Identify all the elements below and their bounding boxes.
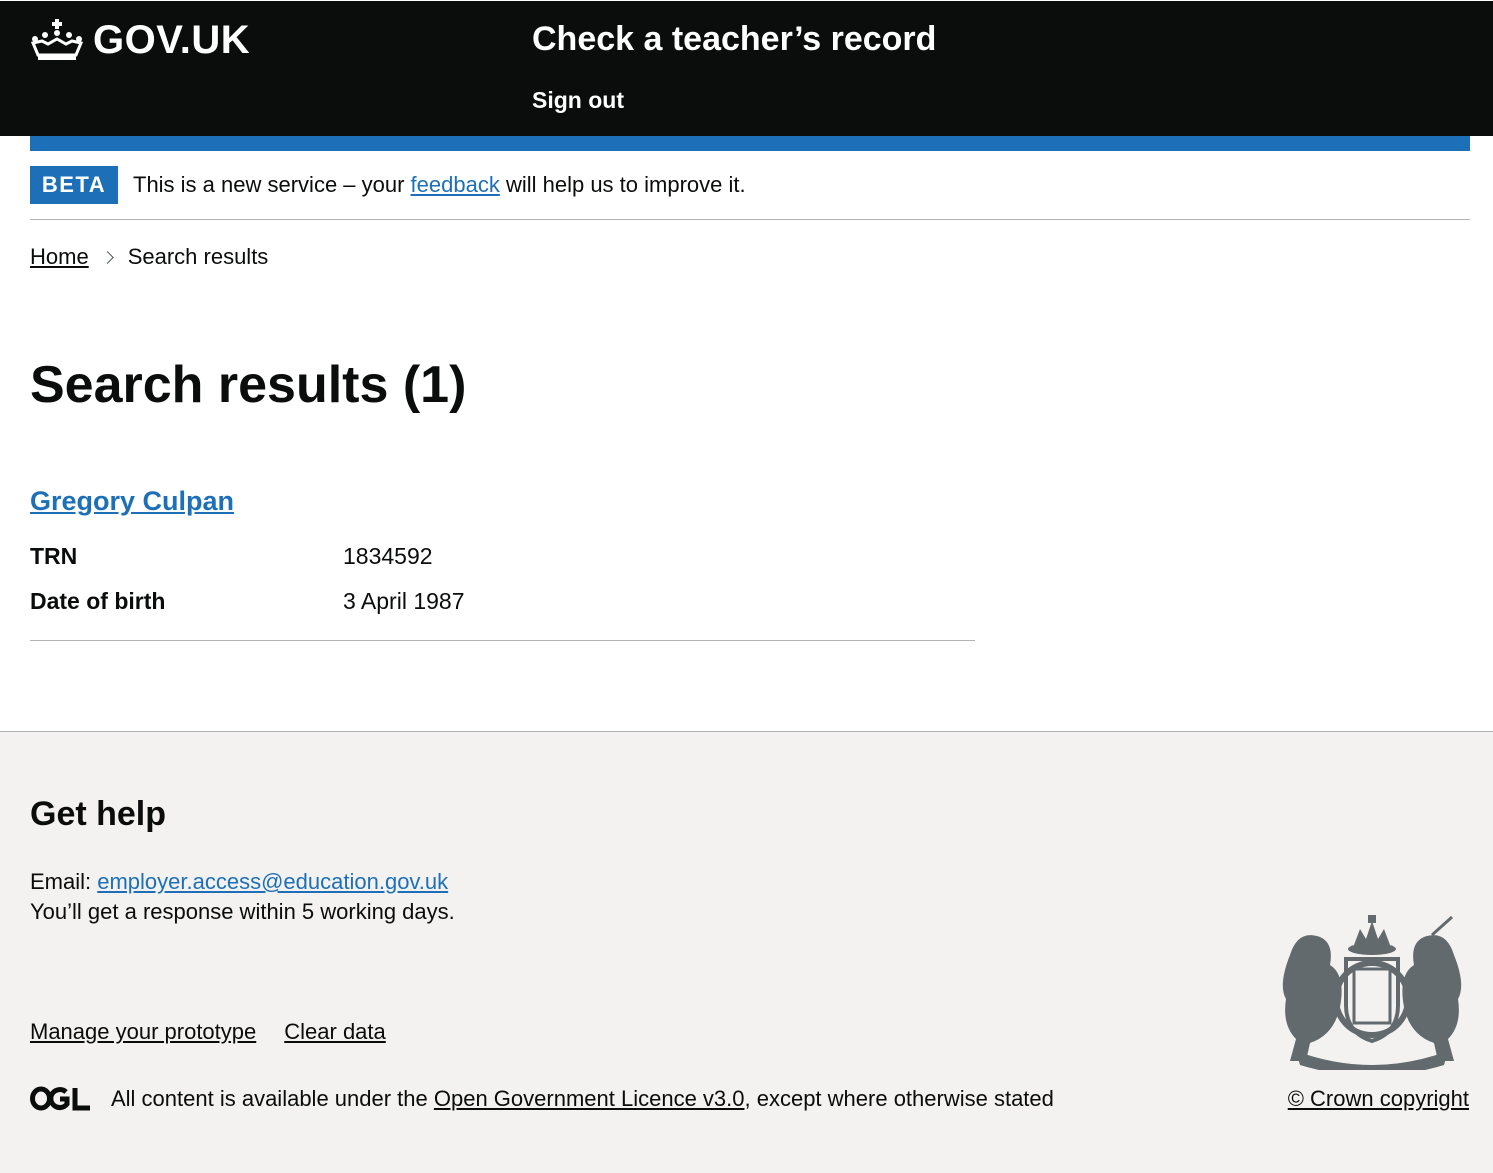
licence-after: , except where otherwise stated — [744, 1086, 1054, 1111]
beta-tag: BETA — [30, 166, 118, 204]
ogl-logo-icon — [30, 1086, 90, 1111]
trn-value: 1834592 — [343, 543, 433, 569]
govuk-logo-link[interactable]: GOV.UK — [30, 15, 250, 65]
breadcrumb-current: Search results — [127, 244, 269, 269]
phase-text-before: This is a new service – your — [133, 172, 411, 197]
dob-label: Date of birth — [30, 588, 166, 614]
footer-links: Manage your prototype Clear data — [30, 1017, 414, 1047]
feedback-link[interactable]: feedback — [411, 172, 500, 197]
royal-coat-of-arms-icon — [1282, 915, 1462, 1070]
email-label: Email: — [30, 869, 98, 894]
sign-out-link[interactable]: Sign out — [532, 85, 624, 115]
phase-banner: BETA This is a new service – your feedba… — [30, 151, 1470, 220]
manage-prototype-link[interactable]: Manage your prototype — [30, 1017, 256, 1047]
chevron-right-icon — [100, 250, 114, 264]
site-footer: Get help Email: employer.access@educatio… — [0, 731, 1493, 1173]
trn-label: TRN — [30, 543, 78, 569]
crown-icon — [30, 19, 84, 61]
page-title: Search results (1) — [30, 356, 467, 414]
search-result: Gregory Culpan TRN 1834592 Date of birth… — [30, 480, 975, 641]
service-name-link[interactable]: Check a teacher’s record — [532, 19, 936, 59]
breadcrumb: Home Search results — [30, 242, 268, 272]
crown-copyright-link[interactable]: © Crown copyright — [1288, 1084, 1469, 1114]
teacher-name-link[interactable]: Gregory Culpan — [30, 484, 234, 518]
licence-before: All content is available under the — [111, 1086, 434, 1111]
help-email-link[interactable]: employer.access@education.gov.uk — [97, 869, 448, 894]
ogl-licence-link[interactable]: Open Government Licence v3.0 — [434, 1086, 745, 1111]
dob-value: 3 April 1987 — [343, 588, 465, 614]
govuk-logo-text: GOV.UK — [93, 18, 251, 62]
phase-text-after: will help us to improve it. — [499, 172, 746, 197]
header-blue-bar — [30, 136, 1470, 151]
get-help-heading: Get help — [30, 795, 167, 833]
site-header: GOV.UK Check a teacher’s record Sign out — [0, 0, 1493, 136]
breadcrumb-home-link[interactable]: Home — [30, 242, 89, 272]
phase-banner-text: This is a new service – your feedback wi… — [133, 171, 746, 199]
help-email-line: Email: employer.access@education.gov.uk — [30, 867, 448, 897]
licence-text: All content is available under the Open … — [111, 1084, 1054, 1114]
clear-data-link[interactable]: Clear data — [284, 1017, 386, 1047]
response-time-text: You’ll get a response within 5 working d… — [30, 899, 455, 924]
